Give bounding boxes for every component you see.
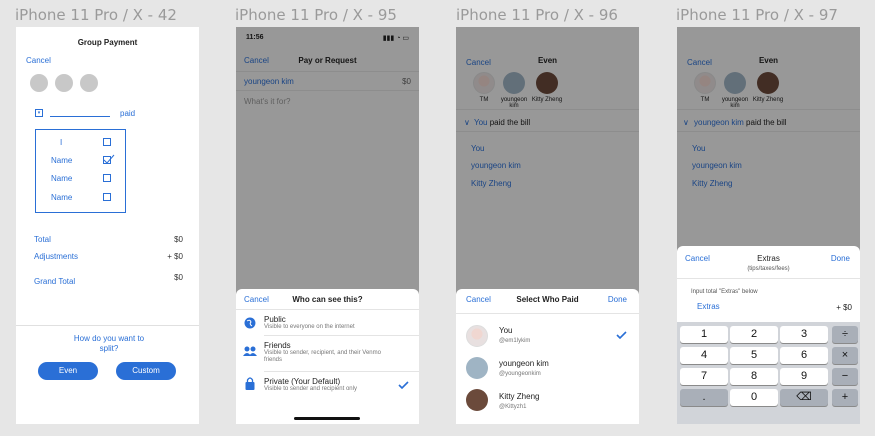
keypad-key[interactable]: 5 <box>730 347 778 364</box>
keypad-key[interactable]: 7 <box>680 368 728 385</box>
decimal-key[interactable]: . <box>680 389 728 406</box>
list-item-label: Name <box>51 156 73 165</box>
extras-field-label: Extras <box>697 302 720 311</box>
multiply-key[interactable]: × <box>832 347 858 364</box>
person-name[interactable]: youngeon kim <box>499 359 549 368</box>
option-desc: Visible to sender, recipient, and their … <box>264 350 381 363</box>
globe-icon <box>244 317 256 329</box>
screen-select-who-paid: Cancel Even TM youngeon kim Kitty Zheng … <box>456 27 639 424</box>
divider <box>677 278 860 279</box>
divide-key[interactable]: ÷ <box>832 326 858 343</box>
keypad-key[interactable]: 9 <box>780 368 828 385</box>
cancel-button[interactable]: Cancel <box>26 56 51 65</box>
option-title[interactable]: Public <box>264 315 286 324</box>
friends-icon <box>243 346 257 356</box>
dropdown-toggle[interactable]: ▾ <box>35 109 43 117</box>
screen-pay-or-request: 11:56 ▮▮▮ ◔ ▭ Cancel Pay or Request youn… <box>236 27 419 424</box>
frame-title-95: iPhone 11 Pro / X - 95 <box>235 6 397 24</box>
option-desc: Visible to sender and recipient only <box>264 386 357 392</box>
split-question: How do you want to split? <box>73 334 145 353</box>
option-title[interactable]: Private (Your Default) <box>264 377 340 386</box>
visibility-sheet: Cancel Who can see this? Public Visible … <box>236 289 419 424</box>
divider <box>236 309 419 310</box>
participant-checkbox[interactable] <box>103 193 111 201</box>
keypad-key[interactable]: 1 <box>680 326 728 343</box>
divider <box>16 325 199 326</box>
page-title: Group Payment <box>77 38 138 47</box>
custom-button[interactable]: Custom <box>116 362 176 380</box>
screen-extras: Cancel Even TM youngeon kim Kitty Zheng … <box>677 27 860 424</box>
even-button[interactable]: Even <box>38 362 98 380</box>
checkmark-icon <box>398 381 409 389</box>
avatar <box>466 389 488 411</box>
keypad-key[interactable]: 3 <box>780 326 828 343</box>
participant-list: I Name Name Name <box>35 129 126 213</box>
paid-label: paid <box>120 109 136 118</box>
person-handle: @Kittyzh1 <box>499 404 527 410</box>
avatar-placeholder <box>55 74 73 92</box>
numeric-keypad: 1 2 3 ÷ 4 5 6 × 7 8 9 − . 0 ⌫ + <box>677 322 860 424</box>
list-item-label: Name <box>51 193 73 202</box>
home-indicator <box>294 417 360 420</box>
person-name[interactable]: You <box>499 326 513 335</box>
keypad-key[interactable]: 8 <box>730 368 778 385</box>
option-desc: Visible to everyone on the internet <box>264 324 355 330</box>
avatar-placeholder <box>80 74 98 92</box>
avatar-placeholder <box>30 74 48 92</box>
person-handle: @youngeonkim <box>499 371 541 377</box>
grand-total-label: Grand Total <box>34 277 76 286</box>
person-handle: @em1lykim <box>499 338 531 344</box>
check-icon <box>103 154 115 164</box>
sheet-subtitle: (tips/taxes/fees) <box>747 266 790 272</box>
participant-checkbox-checked[interactable] <box>103 154 115 164</box>
keypad-key[interactable]: 2 <box>730 326 778 343</box>
keypad-key[interactable]: 6 <box>780 347 828 364</box>
divider <box>264 371 419 372</box>
adjustments-label[interactable]: Adjustments <box>34 252 78 261</box>
option-title[interactable]: Friends <box>264 341 291 350</box>
backspace-icon[interactable]: ⌫ <box>780 389 828 406</box>
adjustments-value: + $0 <box>167 252 183 261</box>
grand-total-value: $0 <box>174 273 183 282</box>
keypad-key[interactable]: 4 <box>680 347 728 364</box>
minus-key[interactable]: − <box>832 368 858 385</box>
frame-title-97: iPhone 11 Pro / X - 97 <box>676 6 838 24</box>
person-name[interactable]: Kitty Zheng <box>499 392 539 401</box>
done-button[interactable]: Done <box>831 254 850 263</box>
divider <box>264 335 419 336</box>
screen-group-payment: Cancel Group Payment ▾ paid I Name Name … <box>16 27 199 424</box>
divider <box>456 313 639 314</box>
lock-icon <box>245 377 255 390</box>
keypad-key[interactable]: 0 <box>730 389 778 406</box>
list-item-label: I <box>60 138 63 147</box>
extras-sheet: Cancel Extras (tips/taxes/fees) Done Inp… <box>677 246 860 424</box>
frame-title-42: iPhone 11 Pro / X - 42 <box>15 6 177 24</box>
participant-checkbox[interactable] <box>103 174 111 182</box>
list-item-label: Name <box>51 174 73 183</box>
participant-checkbox[interactable] <box>103 138 111 146</box>
extras-input[interactable]: + $0 <box>836 303 852 312</box>
checkmark-icon <box>616 331 627 339</box>
extras-prompt: Input total "Extras" below <box>691 289 758 295</box>
payer-input-line[interactable] <box>50 116 110 117</box>
frame-title-96: iPhone 11 Pro / X - 96 <box>456 6 618 24</box>
avatar <box>466 325 488 347</box>
avatar <box>466 357 488 379</box>
who-paid-sheet: Cancel Select Who Paid Done You @em1lyki… <box>456 289 639 424</box>
sheet-title: Who can see this? <box>292 295 363 304</box>
done-button[interactable]: Done <box>608 295 627 304</box>
plus-key[interactable]: + <box>832 389 858 406</box>
total-label: Total <box>34 235 51 244</box>
total-value: $0 <box>174 235 183 244</box>
